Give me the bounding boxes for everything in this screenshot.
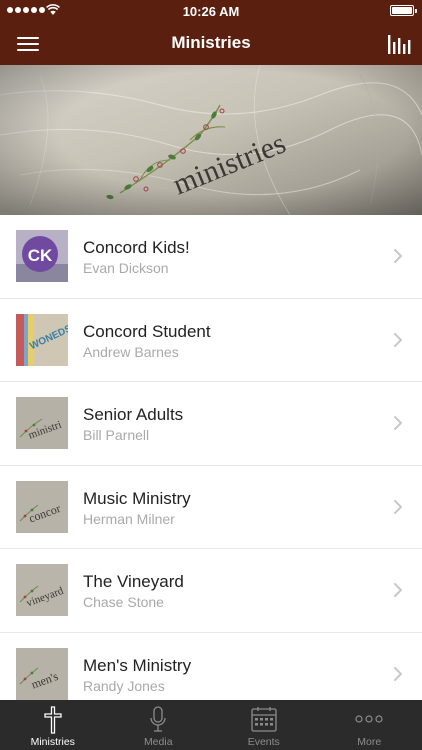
calendar-icon xyxy=(251,707,277,732)
ministry-title: The Vineyard xyxy=(83,572,184,592)
ministry-leader: Chase Stone xyxy=(83,594,164,611)
list-item[interactable]: concor Music Ministry Herman Milner xyxy=(0,466,422,550)
tab-label: Media xyxy=(143,736,173,748)
ministry-thumbnail: men's xyxy=(16,647,68,700)
ministry-title: Music Ministry xyxy=(83,488,191,508)
ministry-thumbnail: concor xyxy=(16,480,68,533)
ministry-leader: Evan Dickson xyxy=(83,260,169,276)
microphone-icon xyxy=(150,706,166,732)
ministries-list: CK Concord Kids! Evan Dickson WONEDS Con… xyxy=(0,215,422,700)
navigation-bar: Ministries xyxy=(0,22,422,65)
ministry-title: Concord Kids! xyxy=(83,238,190,257)
ministry-leader: Randy Jones xyxy=(83,677,165,694)
chevron-right-icon xyxy=(394,499,402,514)
battery-icon xyxy=(390,5,417,16)
chevron-right-icon xyxy=(394,249,402,263)
stats-icon[interactable] xyxy=(386,30,412,56)
ministry-title: Senior Adults xyxy=(83,405,184,425)
page-title: Ministries xyxy=(171,33,251,52)
ministry-thumbnail: WONEDS xyxy=(16,313,68,366)
hero-banner: ministries xyxy=(0,65,422,215)
tab-bar: Ministries Media Events More xyxy=(0,700,422,750)
list-item[interactable]: vineyard The Vineyard Chase Stone xyxy=(0,549,422,633)
status-bar: 10:26 AM xyxy=(0,0,422,22)
chevron-right-icon xyxy=(394,583,402,598)
status-time: 10:26 AM xyxy=(182,4,240,19)
ministry-leader: Andrew Barnes xyxy=(83,343,179,360)
ministry-title: Men's Ministry xyxy=(83,655,192,675)
list-item[interactable]: WONEDS Concord Student Andrew Barnes xyxy=(0,299,422,383)
tab-events[interactable]: Events xyxy=(211,700,317,750)
ministry-title: Concord Student xyxy=(83,321,211,341)
chevron-right-icon xyxy=(394,332,402,347)
ministry-leader: Bill Parnell xyxy=(83,427,150,444)
tab-label: Events xyxy=(247,736,280,748)
ministry-thumbnail: vineyard xyxy=(16,564,68,617)
more-icon xyxy=(355,715,383,723)
svg-text:CK: CK xyxy=(28,246,53,265)
chevron-right-icon xyxy=(394,666,402,681)
list-item[interactable]: men's Men's Ministry Randy Jones xyxy=(0,633,422,700)
tab-more[interactable]: More xyxy=(317,700,422,750)
cross-icon xyxy=(44,706,62,734)
tab-media[interactable]: Media xyxy=(106,700,212,750)
hero-paper-image: ministries xyxy=(0,65,422,215)
ministry-thumbnail: CK xyxy=(16,230,68,282)
chevron-right-icon xyxy=(394,416,402,431)
ministry-leader: Herman Milner xyxy=(83,510,175,527)
tab-label: More xyxy=(357,736,382,748)
tab-label: Ministries xyxy=(30,736,75,748)
app-screen: 10:26 AM Ministries CK Concord Kids! Eva… xyxy=(0,0,422,750)
list-item[interactable]: CK Concord Kids! Evan Dickson xyxy=(0,215,422,299)
tab-ministries[interactable]: Ministries xyxy=(0,700,106,750)
ministry-thumbnail: ministri xyxy=(16,397,68,450)
list-item[interactable]: ministri Senior Adults Bill Parnell xyxy=(0,382,422,466)
